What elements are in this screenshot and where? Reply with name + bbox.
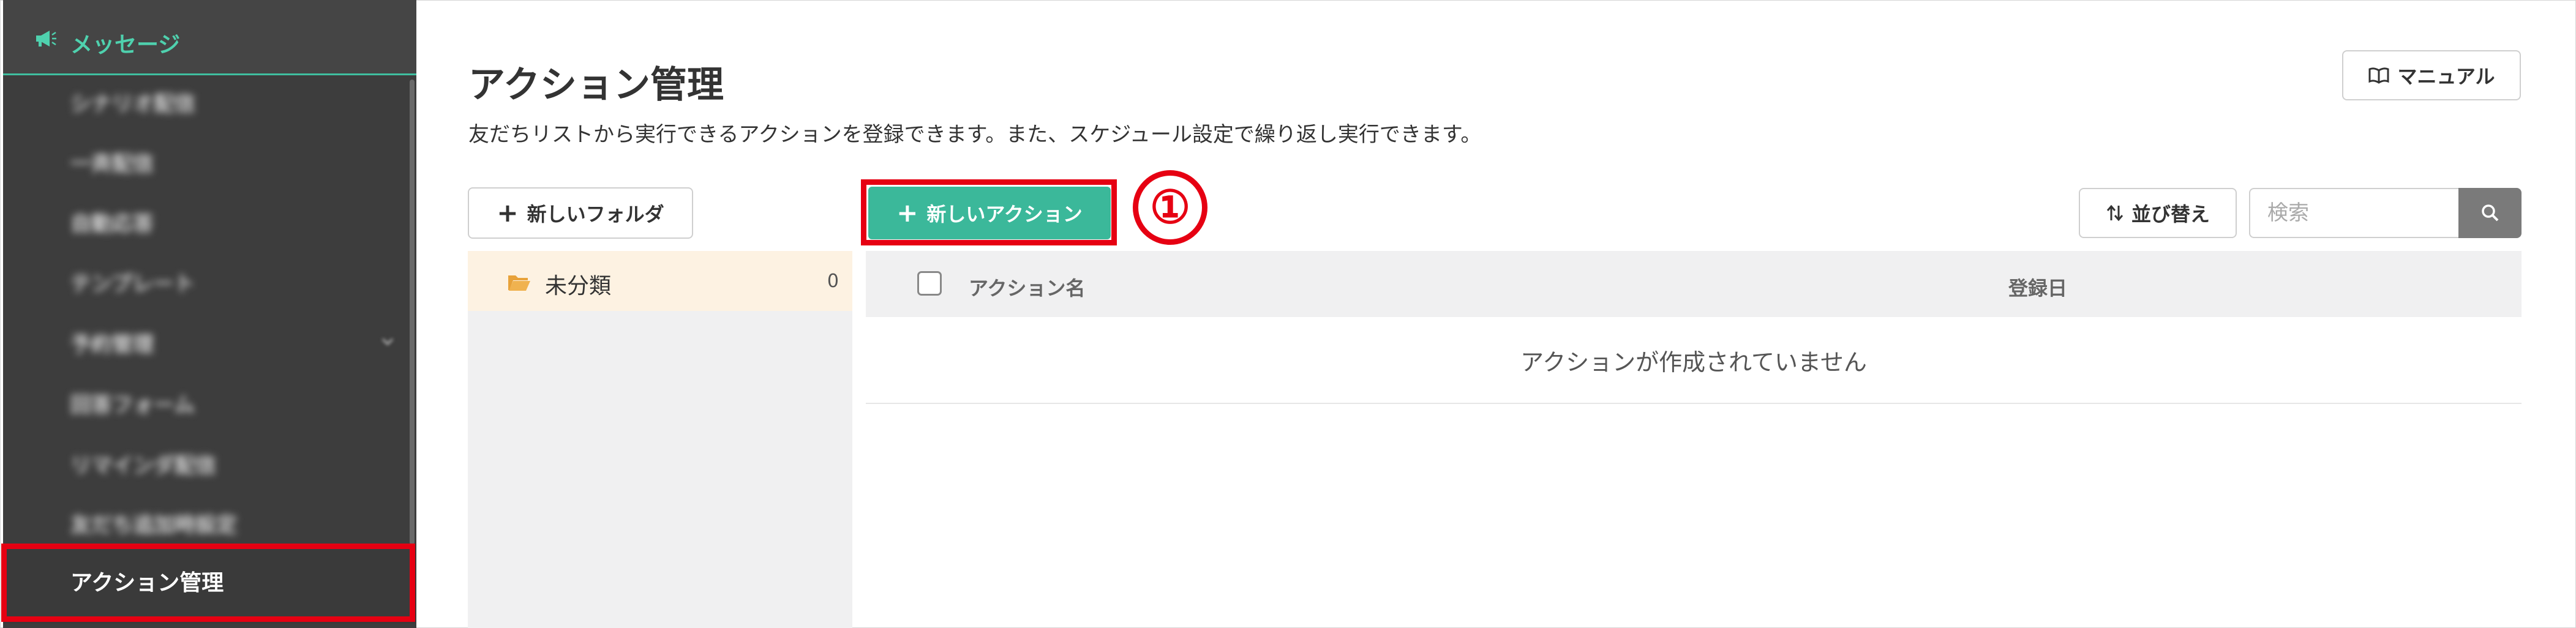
new-action-button[interactable]: + 新しいアクション [868,187,1111,239]
page-title: アクション管理 [468,64,724,107]
step-number-annotation: ① [1133,170,1207,245]
column-header-action-name[interactable]: アクション名 [969,273,1085,301]
sidebar-section-header[interactable]: メッセージ [3,0,416,75]
folder-open-icon [508,275,530,291]
folder-name: 未分類 [545,274,612,299]
sort-arrows-icon [2106,204,2124,222]
sidebar-item-broadcast[interactable]: 一斉配信 [70,147,154,184]
sidebar-item-label: アクション管理 [70,570,224,596]
plus-icon: + [896,198,918,228]
new-folder-label: 新しいフォルダ [527,203,664,226]
search-button[interactable] [2458,188,2522,238]
sidebar-section-label: メッセージ [70,32,181,58]
sidebar: メッセージ シナリオ配信 一斉配信 自動応答 テンプレート 予約管理 回答フォー… [3,0,416,628]
folder-item-uncategorized[interactable]: 未分類 0 [468,251,852,311]
search-icon [2481,204,2498,222]
folder-panel: 未分類 0 [468,251,852,628]
empty-state-message: アクションが作成されていません [866,317,2522,404]
search-input[interactable] [2249,188,2460,238]
sidebar-item-template[interactable]: テンプレート [70,267,195,304]
sidebar-item-form[interactable]: 回答フォーム [70,388,195,425]
sort-button[interactable]: 並び替え [2079,188,2237,238]
manual-button-label: マニュアル [2397,65,2495,88]
sort-button-label: 並び替え [2131,203,2210,226]
sidebar-item-action-management[interactable]: アクション管理 [3,544,416,624]
manual-button[interactable]: マニュアル [2342,50,2521,100]
chevron-down-icon[interactable] [380,334,396,350]
column-header-registered-date[interactable]: 登録日 [2008,273,2067,301]
page-description: 友だちリストから実行できるアクションを登録できます。また、スケジュール設定で繰り… [468,122,1482,147]
sidebar-item-scenario[interactable]: シナリオ配信 [70,87,195,124]
new-folder-button[interactable]: + 新しいフォルダ [468,187,693,239]
plus-icon: + [497,198,519,228]
megaphone-icon [36,31,56,47]
table-header: アクション名 登録日 [866,251,2522,317]
book-icon [2368,67,2389,84]
sidebar-item-reminder[interactable]: リマインダ配信 [70,449,216,485]
sidebar-item-reservation[interactable]: 予約管理 [70,327,154,364]
sidebar-scrollbar[interactable] [410,80,415,545]
sidebar-item-friend-add[interactable]: 友だち追加時設定 [70,508,237,545]
sidebar-item-auto-reply[interactable]: 自動応答 [70,207,154,244]
folder-count: 0 [827,271,839,292]
new-action-label: 新しいアクション [926,203,1083,226]
select-all-checkbox[interactable] [917,271,942,296]
